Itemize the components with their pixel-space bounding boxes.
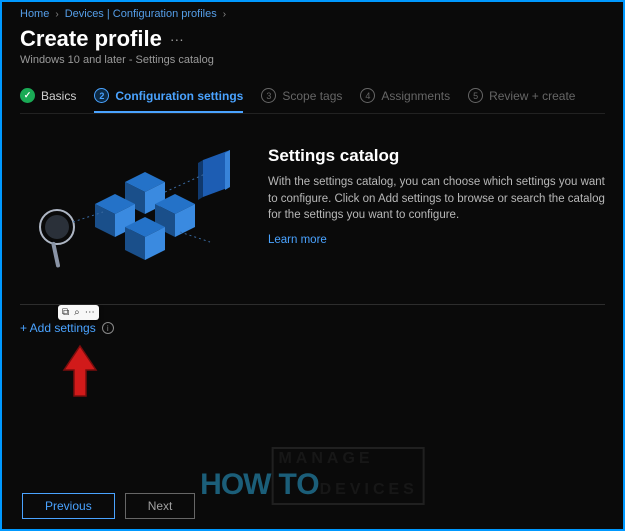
tab-label: Scope tags (282, 89, 342, 103)
copy-icon[interactable]: ⧉ (62, 307, 69, 318)
breadcrumb-devices[interactable]: Devices | Configuration profiles (65, 8, 217, 20)
step-number: 4 (360, 88, 375, 103)
tab-label: Review + create (489, 89, 575, 103)
chevron-right-icon: › (223, 9, 226, 20)
catalog-illustration (20, 142, 250, 282)
search-icon[interactable]: ⌕ (74, 307, 80, 318)
catalog-title: Settings catalog (268, 146, 605, 166)
step-number: 5 (468, 88, 483, 103)
check-icon: ✓ (20, 88, 35, 103)
more-icon[interactable]: ⋯ (85, 307, 95, 318)
info-icon[interactable]: i (102, 322, 114, 334)
tab-label: Configuration settings (115, 89, 243, 103)
previous-button[interactable]: Previous (22, 493, 115, 519)
learn-more-link[interactable]: Learn more (268, 234, 605, 246)
more-icon[interactable]: ··· (170, 31, 184, 47)
page-title: Create profile (20, 26, 162, 52)
tab-configuration-settings[interactable]: 2 Configuration settings (94, 88, 243, 113)
catalog-description: With the settings catalog, you can choos… (268, 174, 605, 224)
watermark: HOWMANAGETODEVICES (200, 447, 425, 505)
step-number: 3 (261, 88, 276, 103)
divider (20, 304, 605, 305)
chevron-right-icon: › (55, 9, 58, 20)
annotation-arrow-icon (60, 342, 100, 402)
tab-label: Basics (41, 89, 76, 103)
tab-label: Assignments (381, 89, 450, 103)
wizard-tabs: ✓ Basics 2 Configuration settings 3 Scop… (20, 88, 605, 114)
tab-assignments[interactable]: 4 Assignments (360, 88, 450, 113)
breadcrumb-home[interactable]: Home (20, 8, 49, 20)
clip-toolbar[interactable]: ⧉ ⌕ ⋯ (58, 305, 99, 320)
tab-basics[interactable]: ✓ Basics (20, 88, 76, 113)
add-settings-link[interactable]: + Add settings (20, 321, 96, 335)
page-subtitle: Windows 10 and later - Settings catalog (20, 54, 605, 66)
tab-review-create[interactable]: 5 Review + create (468, 88, 575, 113)
breadcrumb: Home › Devices | Configuration profiles … (20, 8, 605, 20)
step-number: 2 (94, 88, 109, 103)
next-button[interactable]: Next (125, 493, 196, 519)
tab-scope-tags[interactable]: 3 Scope tags (261, 88, 342, 113)
